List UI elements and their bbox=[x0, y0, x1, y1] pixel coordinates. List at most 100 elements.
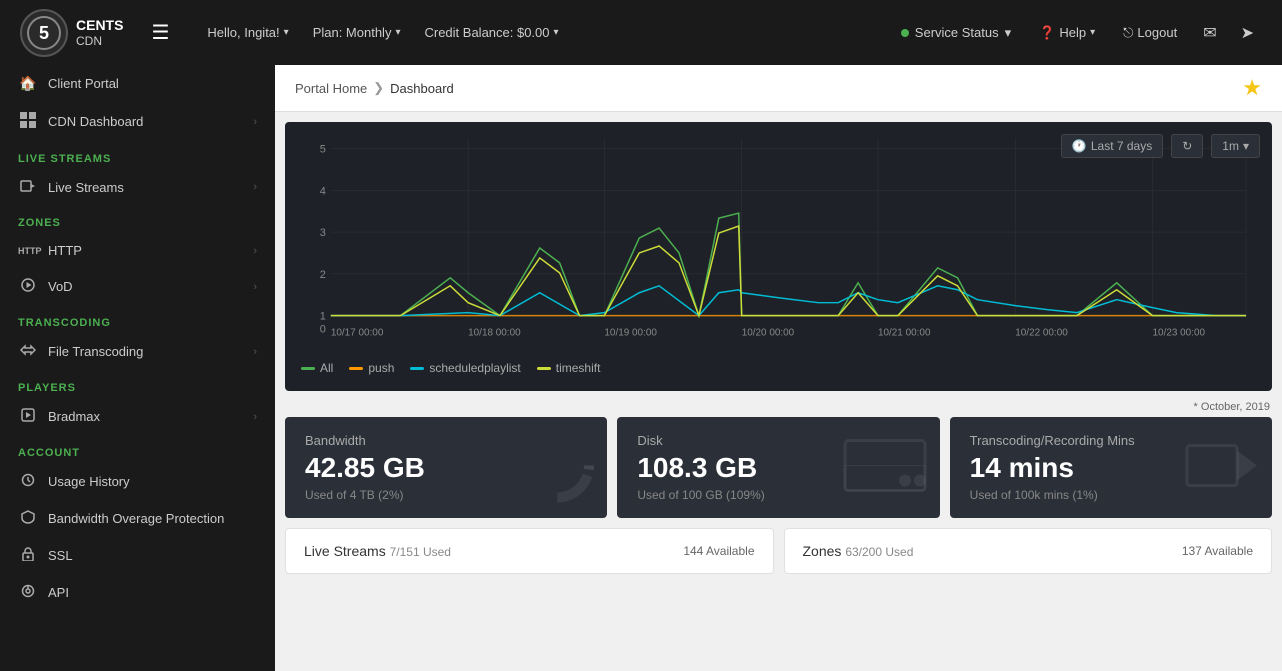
vod-icon bbox=[18, 278, 38, 295]
sidebar-item-bandwidth-protection[interactable]: Bandwidth Overage Protection bbox=[0, 500, 275, 537]
cdn-dashboard-chevron: › bbox=[253, 116, 257, 128]
chart-controls: 🕐 Last 7 days ↻ 1m ▾ bbox=[1061, 134, 1260, 158]
svg-text:10/20 00:00: 10/20 00:00 bbox=[742, 328, 795, 339]
sidebar-usage-history-label: Usage History bbox=[48, 474, 130, 489]
svg-text:2: 2 bbox=[320, 269, 326, 281]
sidebar-http-label: HTTP bbox=[48, 243, 82, 258]
breadcrumb-home[interactable]: Portal Home bbox=[295, 81, 367, 96]
sidebar-bradmax-label: Bradmax bbox=[48, 409, 100, 424]
legend-all-color bbox=[301, 367, 315, 370]
topbar-nav: Hello, Ingita! ▾ Plan: Monthly ▾ Credit … bbox=[197, 19, 890, 46]
breadcrumb-current: Dashboard bbox=[390, 81, 454, 96]
transcoding-icon bbox=[18, 343, 38, 360]
greeting-button[interactable]: Hello, Ingita! ▾ bbox=[197, 19, 298, 46]
legend-timeshift-label: timeshift bbox=[556, 361, 601, 375]
sidebar-item-http[interactable]: HTTP HTTP › bbox=[0, 233, 275, 268]
legend-scheduledplaylist-label: scheduledplaylist bbox=[429, 361, 520, 375]
zones-available: 137 Available bbox=[1182, 544, 1253, 558]
clock-icon: 🕐 bbox=[1072, 139, 1087, 153]
live-streams-bottom-title: Live Streams 7/151 Used bbox=[304, 543, 451, 559]
sidebar-item-vod[interactable]: VoD › bbox=[0, 268, 275, 305]
legend-all: All bbox=[301, 361, 333, 375]
svg-text:3: 3 bbox=[320, 227, 326, 239]
transcoding-card-icon bbox=[1182, 435, 1262, 500]
disk-icon bbox=[840, 430, 930, 505]
logout-text: Logout bbox=[1137, 25, 1177, 40]
chart-legend: All push scheduledplaylist timeshift bbox=[301, 361, 1256, 375]
sidebar-client-portal-label: Client Portal bbox=[48, 76, 119, 91]
help-text: Help bbox=[1059, 25, 1086, 40]
refresh-button[interactable]: ↻ bbox=[1171, 134, 1203, 158]
mail-button[interactable]: ✉ bbox=[1195, 19, 1224, 47]
sidebar-ssl-label: SSL bbox=[48, 548, 73, 563]
help-button[interactable]: ❓ Help ▾ bbox=[1029, 19, 1105, 47]
service-status-button[interactable]: Service Status ▾ bbox=[891, 19, 1021, 47]
sidebar-item-cdn-dashboard[interactable]: CDN Dashboard › bbox=[0, 102, 275, 141]
plan-chevron: ▾ bbox=[395, 27, 400, 38]
sidebar-cdn-dashboard-label: CDN Dashboard bbox=[48, 114, 143, 129]
http-chevron: › bbox=[253, 245, 257, 257]
greeting-chevron: ▾ bbox=[284, 27, 289, 38]
legend-push-color bbox=[349, 367, 363, 370]
svg-text:10/18 00:00: 10/18 00:00 bbox=[468, 328, 521, 339]
usage-history-icon bbox=[18, 473, 38, 490]
logout-button[interactable]: ⎋ Logout bbox=[1113, 19, 1187, 47]
svg-text:10/17 00:00: 10/17 00:00 bbox=[331, 328, 384, 339]
hamburger-button[interactable]: ☰ bbox=[143, 16, 177, 49]
bradmax-chevron: › bbox=[253, 411, 257, 423]
transcoding-card: Transcoding/Recording Mins 14 mins Used … bbox=[950, 417, 1272, 518]
section-players: PLAYERS bbox=[0, 370, 275, 398]
refresh-icon: ↻ bbox=[1182, 139, 1192, 153]
legend-push-label: push bbox=[368, 361, 394, 375]
send-button[interactable]: ➤ bbox=[1233, 19, 1262, 47]
svg-text:5: 5 bbox=[39, 23, 49, 43]
logo-cents: CENTS bbox=[76, 17, 123, 33]
svg-text:10/23 00:00: 10/23 00:00 bbox=[1153, 328, 1206, 339]
section-transcoding: TRANSCODING bbox=[0, 305, 275, 333]
home-icon: 🏠 bbox=[18, 75, 38, 92]
sidebar-item-bradmax[interactable]: Bradmax › bbox=[0, 398, 275, 435]
chart-svg: 5 4 3 2 1 0 10/17 00:00 10/18 00:00 10/1… bbox=[301, 138, 1256, 348]
disk-card: Disk 108.3 GB Used of 100 GB (109%) bbox=[617, 417, 939, 518]
svg-text:10/22 00:00: 10/22 00:00 bbox=[1015, 328, 1068, 339]
zones-bottom-title: Zones 63/200 Used bbox=[803, 543, 914, 559]
credit-button[interactable]: Credit Balance: $0.00 ▾ bbox=[414, 19, 568, 46]
logo-text: CENTS CDN bbox=[76, 17, 123, 48]
legend-push: push bbox=[349, 361, 394, 375]
status-dot bbox=[901, 29, 909, 37]
sidebar: 🏠 Client Portal CDN Dashboard › LIVE STR… bbox=[0, 65, 275, 671]
sidebar-item-usage-history[interactable]: Usage History bbox=[0, 463, 275, 500]
dashboard-icon bbox=[18, 112, 38, 131]
chart-container: 🕐 Last 7 days ↻ 1m ▾ bbox=[285, 122, 1272, 391]
sidebar-item-file-transcoding[interactable]: File Transcoding › bbox=[0, 333, 275, 370]
legend-timeshift-color bbox=[537, 367, 551, 370]
time-range-button[interactable]: 🕐 Last 7 days bbox=[1061, 134, 1163, 158]
legend-timeshift: timeshift bbox=[537, 361, 601, 375]
svg-text:4: 4 bbox=[320, 185, 326, 197]
legend-scheduledplaylist: scheduledplaylist bbox=[410, 361, 520, 375]
plan-button[interactable]: Plan: Monthly ▾ bbox=[303, 19, 411, 46]
sidebar-item-client-portal[interactable]: 🏠 Client Portal bbox=[0, 65, 275, 102]
bandwidth-icon bbox=[517, 425, 597, 510]
sidebar-bandwidth-protection-label: Bandwidth Overage Protection bbox=[48, 511, 224, 526]
sidebar-item-api[interactable]: API bbox=[0, 574, 275, 611]
live-streams-chevron: › bbox=[253, 181, 257, 193]
sidebar-file-transcoding-label: File Transcoding bbox=[48, 344, 143, 359]
sidebar-live-streams-label: Live Streams bbox=[48, 180, 124, 195]
breadcrumb-arrow: ❯ bbox=[373, 80, 384, 96]
content-area: Portal Home ❯ Dashboard ★ 🕐 Last 7 days … bbox=[275, 65, 1282, 671]
svg-text:5: 5 bbox=[320, 143, 326, 155]
live-streams-bottom-card: Live Streams 7/151 Used 144 Available bbox=[285, 528, 774, 574]
topbar-right: Service Status ▾ ❓ Help ▾ ⎋ Logout ✉ ➤ bbox=[891, 19, 1262, 47]
help-chevron: ▾ bbox=[1090, 27, 1095, 38]
interval-button[interactable]: 1m ▾ bbox=[1211, 134, 1260, 158]
svg-text:1: 1 bbox=[320, 311, 326, 323]
favorite-button[interactable]: ★ bbox=[1242, 75, 1262, 101]
bandwidth-protection-icon bbox=[18, 510, 38, 527]
credit-text: Credit Balance: $0.00 bbox=[424, 25, 549, 40]
logo-area: 5 CENTS CDN ☰ bbox=[20, 9, 177, 57]
sidebar-item-ssl[interactable]: SSL bbox=[0, 537, 275, 574]
sidebar-item-live-streams[interactable]: Live Streams › bbox=[0, 169, 275, 205]
vod-chevron: › bbox=[253, 281, 257, 293]
topbar: 5 CENTS CDN ☰ Hello, Ingita! ▾ Plan: Mon… bbox=[0, 0, 1282, 65]
